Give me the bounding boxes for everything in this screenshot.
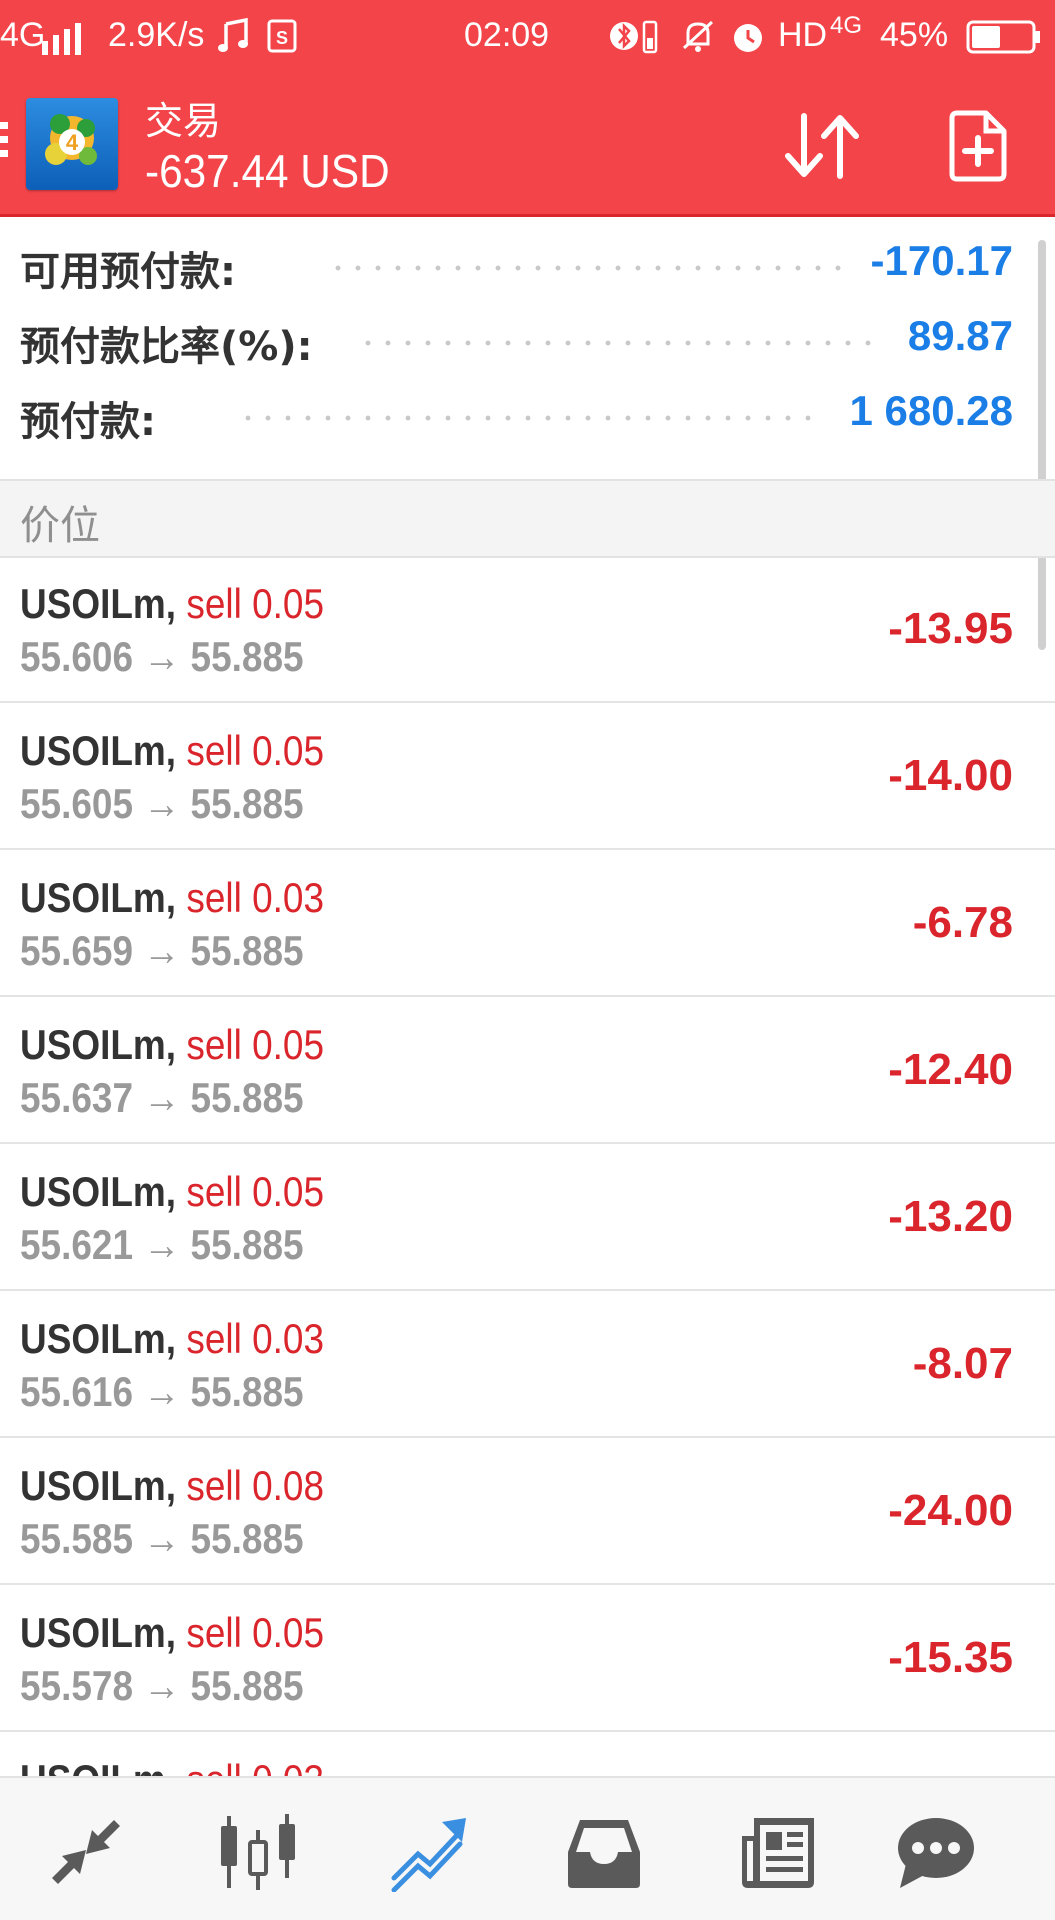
free-margin-value: -170.17	[870, 237, 1013, 284]
position-prices: 55.605 → 55.885	[20, 780, 304, 827]
new-document-icon	[949, 110, 1007, 182]
position-symbol: USOILm,	[20, 1315, 177, 1362]
bottom-navigation	[0, 1776, 1055, 1920]
mute-icon	[678, 16, 718, 65]
nav-history[interactable]	[564, 1812, 644, 1892]
leader-dots	[358, 340, 878, 346]
positions-list: USOILm, sell 0.05 55.606 → 55.885 -13.95…	[0, 556, 1055, 1732]
position-prices: 55.637 → 55.885	[20, 1074, 304, 1121]
position-symbol: USOILm,	[20, 874, 177, 921]
nav-news[interactable]	[738, 1812, 818, 1892]
nav-chart[interactable]	[218, 1812, 298, 1892]
position-row-partial[interactable]: USOILm, sell 0.03	[0, 1736, 1055, 1776]
position-type: sell 0.05	[186, 1609, 325, 1656]
summary-row-margin: 预付款: 1 680.28	[0, 381, 1055, 445]
position-symbol: USOILm,	[20, 1609, 177, 1656]
position-type: sell 0.05	[186, 1021, 325, 1068]
nav-chat[interactable]	[896, 1812, 976, 1892]
page-title: 交易	[145, 99, 222, 143]
margin-level-label: 预付款比率(%):	[20, 324, 313, 370]
position-type: sell 0.05	[186, 1168, 325, 1215]
hd-indicator: HD	[778, 16, 828, 54]
alarm-icon	[728, 16, 768, 65]
position-symbol: USOILm,	[20, 1462, 177, 1509]
position-symbol: USOILm,	[20, 1756, 176, 1776]
menu-icon[interactable]	[0, 122, 8, 166]
network-type-right: 4G	[830, 12, 863, 39]
position-symbol: USOILm,	[20, 1168, 177, 1215]
position-profit: -14.00	[888, 751, 1013, 800]
position-profit: -24.00	[888, 1486, 1013, 1535]
position-row[interactable]: USOILm, sell 0.05 55.606 → 55.885 -13.95	[0, 556, 1055, 703]
clock-time: 02:09	[464, 16, 550, 54]
app-logo: 4	[26, 98, 118, 190]
quotes-icon	[52, 1820, 120, 1884]
news-icon	[742, 1818, 814, 1888]
position-prices: 55.578 → 55.885	[20, 1662, 304, 1709]
sort-arrows-icon	[785, 113, 859, 179]
leader-dots	[238, 415, 812, 421]
logo-digit: 4	[66, 130, 79, 155]
account-summary: 可用预付款: -170.17 预付款比率(%): 89.87 预付款: 1 68…	[0, 217, 1055, 479]
position-profit: -13.20	[888, 1192, 1013, 1241]
position-type: sell 0.03	[186, 874, 325, 921]
position-prices: 55.621 → 55.885	[20, 1221, 304, 1268]
position-profit: -6.78	[912, 898, 1013, 947]
battery-icon	[966, 20, 1042, 63]
position-symbol: USOILm,	[20, 727, 177, 774]
position-row[interactable]: USOILm, sell 0.08 55.585 → 55.885 -24.00	[0, 1438, 1055, 1585]
margin-level-value: 89.87	[907, 312, 1013, 359]
sort-button[interactable]	[780, 110, 864, 182]
chat-icon	[898, 1818, 974, 1888]
position-symbol: USOILm,	[20, 580, 177, 627]
position-row[interactable]: USOILm, sell 0.05 55.621 → 55.885 -13.20	[0, 1144, 1055, 1291]
position-profit: -15.35	[888, 1633, 1013, 1682]
position-profit: -12.40	[888, 1045, 1013, 1094]
free-margin-label: 可用预付款:	[20, 249, 236, 295]
margin-value: 1 680.28	[849, 387, 1014, 434]
nav-trade[interactable]	[390, 1812, 470, 1893]
history-icon	[568, 1820, 640, 1888]
position-profit: -8.07	[912, 1339, 1013, 1388]
position-type: sell 0.03	[186, 1315, 325, 1362]
position-row[interactable]: USOILm, sell 0.03 55.616 → 55.885 -8.07	[0, 1291, 1055, 1438]
network-speed: 2.9K/s	[108, 16, 205, 54]
position-row[interactable]: USOILm, sell 0.05 55.578 → 55.885 -15.35	[0, 1585, 1055, 1732]
position-prices: 55.585 → 55.885	[20, 1515, 304, 1562]
position-prices: 55.659 → 55.885	[20, 927, 304, 974]
nav-quotes[interactable]	[46, 1812, 126, 1892]
status-bar: 4G 2.9K/s S 02:09 HD 4G 45%	[0, 0, 1055, 74]
network-type-left: 4G	[0, 16, 46, 54]
signal-icon	[40, 18, 86, 57]
positions-section-header: 价位	[0, 479, 1055, 558]
svg-text:S: S	[276, 28, 288, 48]
music-icon	[218, 17, 250, 63]
account-balance: -637.44 USD	[145, 145, 390, 197]
position-type: sell 0.05	[186, 580, 325, 627]
margin-label: 预付款:	[20, 399, 156, 445]
sim-icon: S	[266, 18, 298, 63]
summary-row-free-margin: 可用预付款: -170.17	[0, 231, 1055, 295]
leader-dots	[328, 265, 844, 271]
position-prices: 55.616 → 55.885	[20, 1368, 304, 1415]
bluetooth-icon	[608, 16, 660, 65]
position-type: sell 0.05	[186, 727, 325, 774]
position-type: sell 0.03	[186, 1756, 324, 1776]
position-symbol: USOILm,	[20, 1021, 177, 1068]
section-header-label: 价位	[20, 503, 100, 549]
position-prices: 55.606 → 55.885	[20, 633, 304, 680]
trade-icon	[391, 1818, 466, 1893]
chart-icon	[221, 1814, 295, 1890]
position-row[interactable]: USOILm, sell 0.05 55.605 → 55.885 -14.00	[0, 703, 1055, 850]
app-bar: 4 交易 -637.44 USD	[0, 74, 1055, 217]
position-row[interactable]: USOILm, sell 0.03 55.659 → 55.885 -6.78	[0, 850, 1055, 997]
new-order-button[interactable]	[948, 110, 1008, 182]
position-row[interactable]: USOILm, sell 0.05 55.637 → 55.885 -12.40	[0, 997, 1055, 1144]
position-type: sell 0.08	[186, 1462, 325, 1509]
position-profit: -13.95	[888, 604, 1013, 653]
battery-percent: 45%	[880, 16, 949, 54]
summary-row-margin-level: 预付款比率(%): 89.87	[0, 306, 1055, 370]
